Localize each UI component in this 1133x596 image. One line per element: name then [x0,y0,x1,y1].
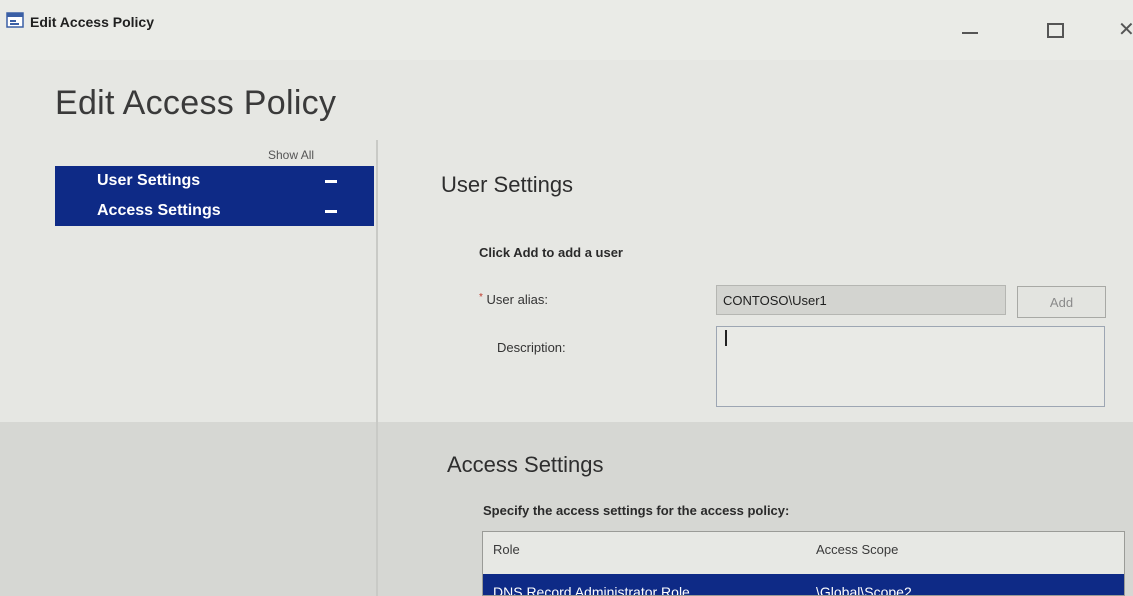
app-icon [6,12,24,28]
access-settings-hint: Specify the access settings for the acce… [483,503,790,518]
access-scope-cell: \Global\Scope2 [816,584,912,596]
access-settings-table[interactable]: Role Access Scope DNS Record Administrat… [482,531,1125,596]
nav-item-label: User Settings [97,172,201,189]
page-title: Edit Access Policy [55,84,337,122]
user-alias-label: * User alias: [479,292,548,307]
close-button[interactable]: ✕ [1118,20,1133,40]
column-header-access-scope[interactable]: Access Scope [816,542,898,557]
description-label: Description: [497,340,566,355]
window-title: Edit Access Policy [30,14,154,30]
nav-divider [376,140,378,596]
edit-access-policy-window: Edit Access Policy ✕ Edit Access Policy … [0,0,1133,596]
description-input[interactable] [716,326,1105,407]
user-alias-input[interactable] [716,285,1006,315]
show-all-link[interactable]: Show All [268,148,314,162]
nav-item-user-settings[interactable]: User Settings [55,166,374,196]
maximize-button[interactable] [1043,20,1067,40]
add-user-hint: Click Add to add a user [479,245,623,260]
column-header-role[interactable]: Role [493,542,520,557]
nav-item-access-settings[interactable]: Access Settings [55,196,374,226]
access-settings-title: Access Settings [447,452,604,477]
user-alias-label-text: User alias: [486,292,548,307]
minimize-button[interactable] [958,20,982,40]
navigation-list: User Settings Access Settings [55,166,374,226]
nav-item-label: Access Settings [97,202,221,219]
title-bar: Edit Access Policy ✕ [0,0,1133,60]
collapse-icon[interactable] [325,180,337,183]
collapse-icon[interactable] [325,210,337,213]
text-caret [725,330,727,346]
table-row[interactable]: DNS Record Administrator Role \Global\Sc… [483,574,1124,596]
add-button[interactable]: Add [1017,286,1106,318]
role-cell: DNS Record Administrator Role [493,584,690,596]
navigation-panel: Show All User Settings Access Settings [0,140,378,596]
user-settings-title: User Settings [441,172,574,197]
required-marker: * [479,292,483,303]
